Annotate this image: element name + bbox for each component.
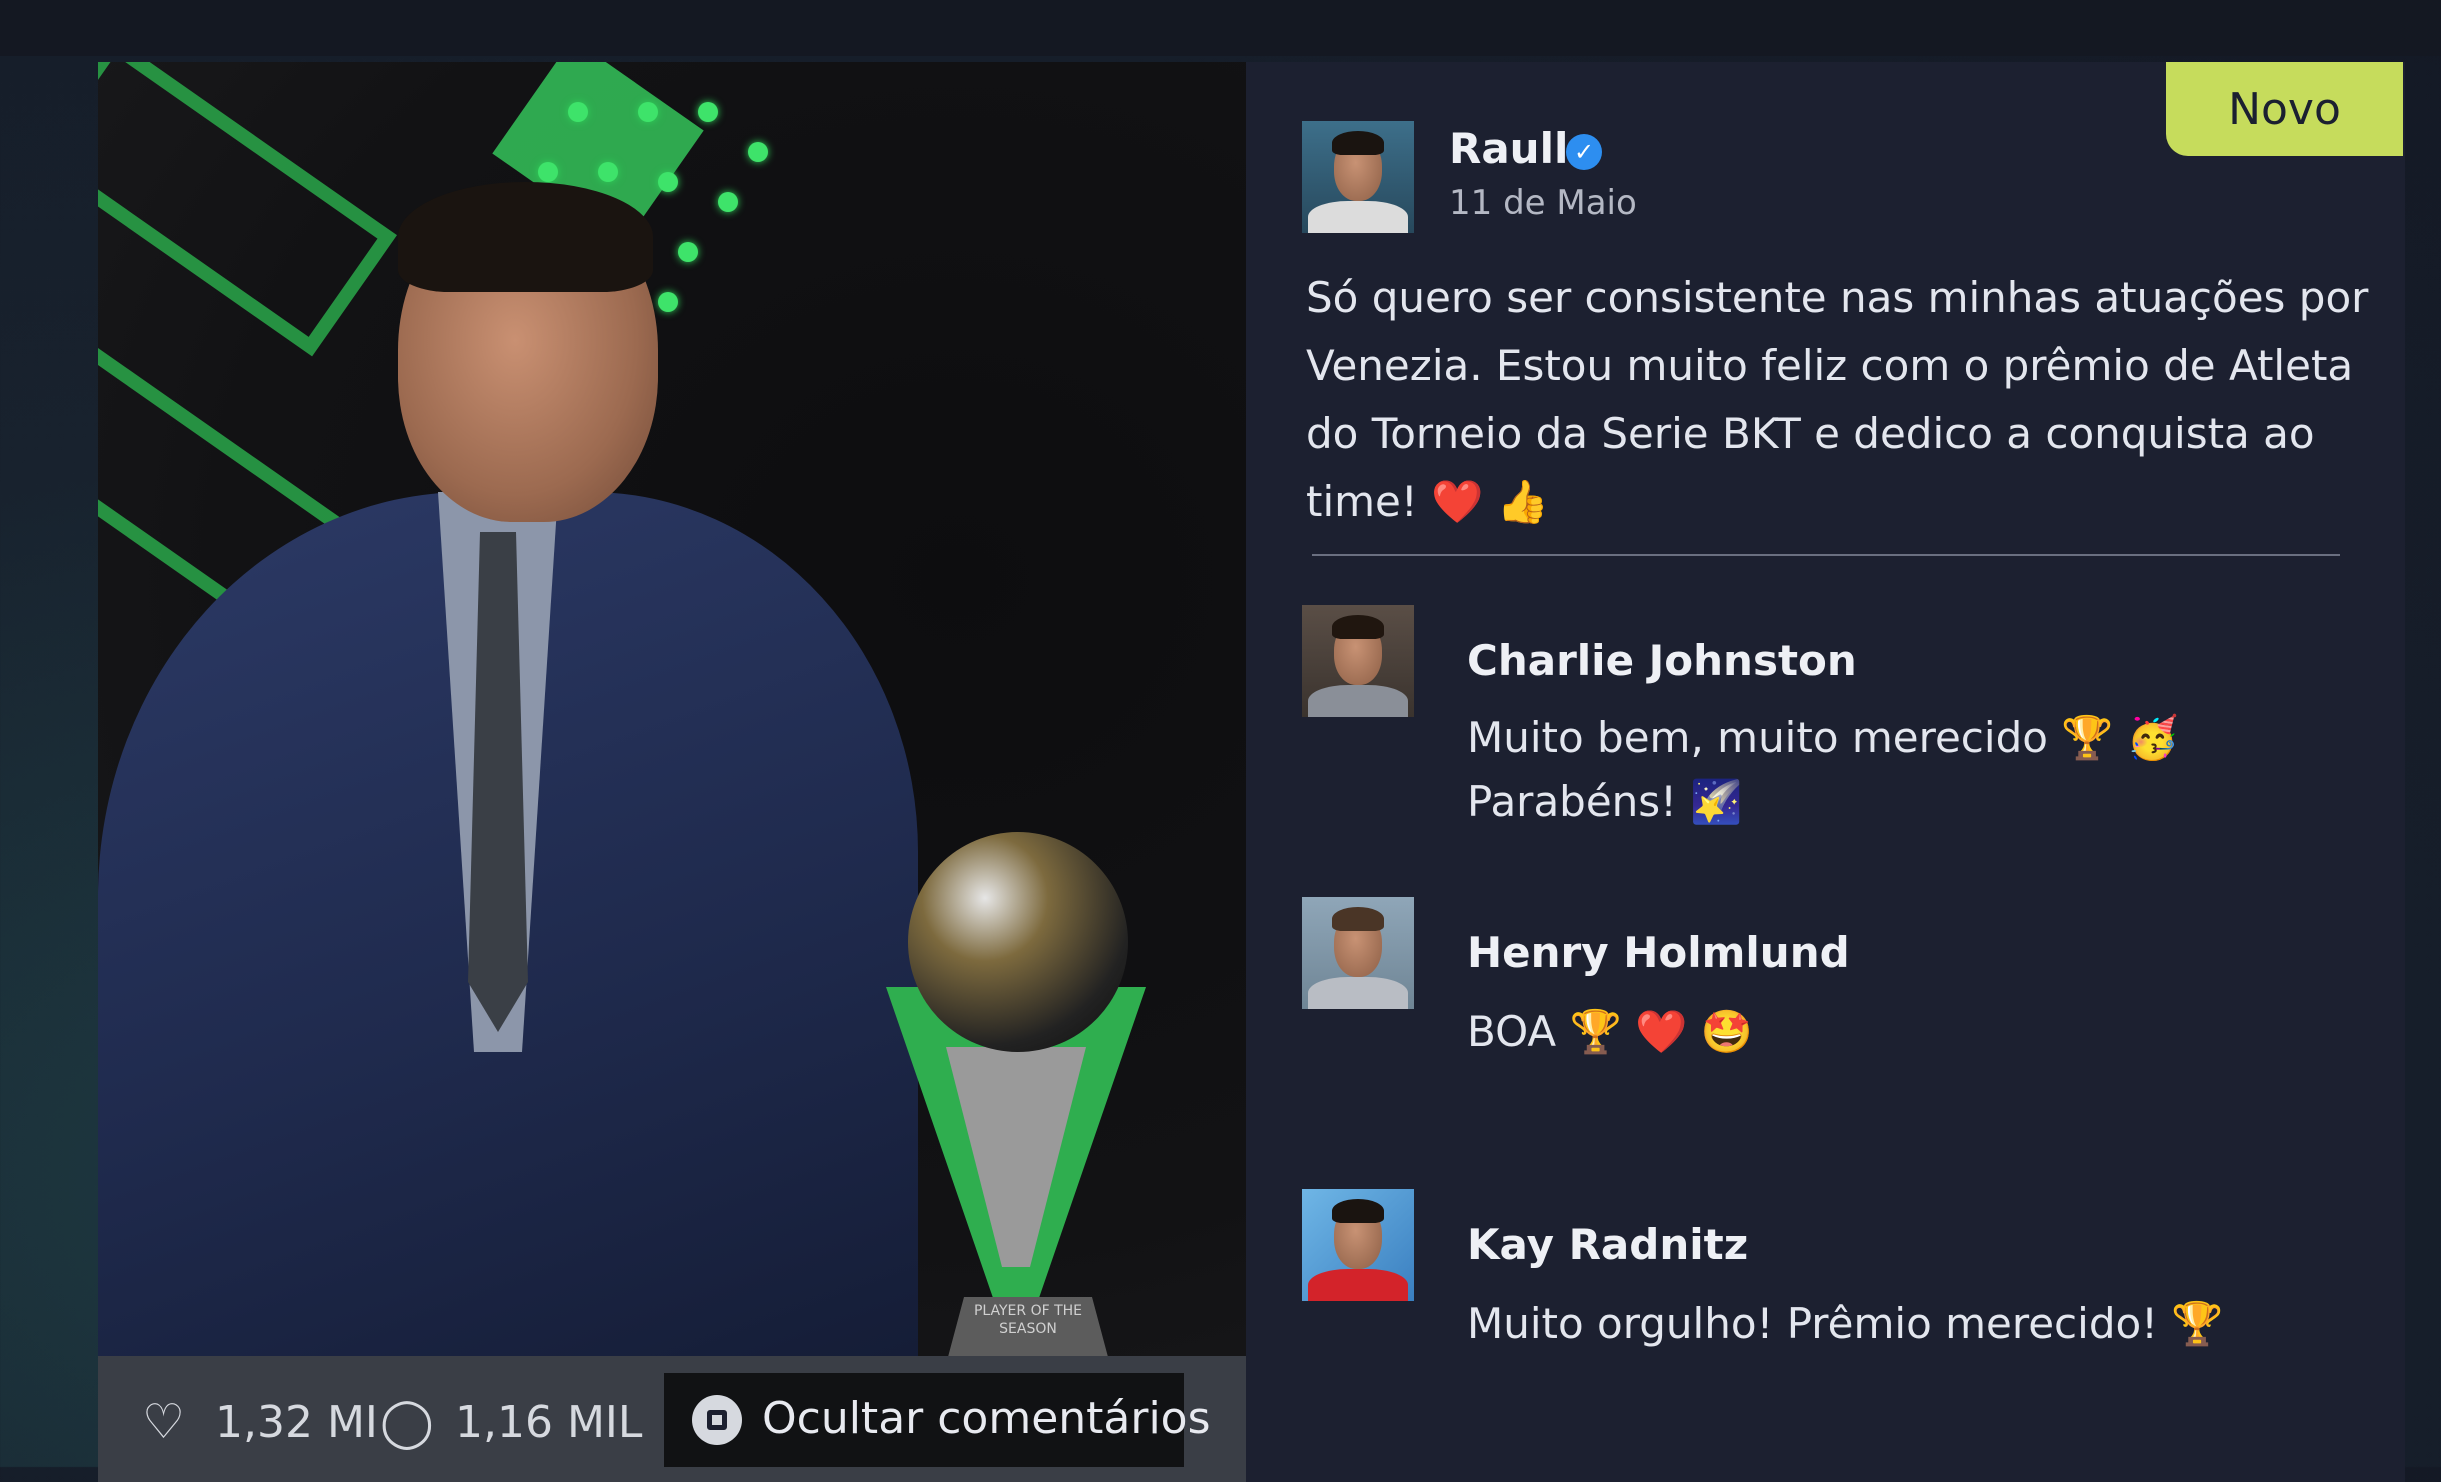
verified-icon: ✓ [1566, 134, 1602, 170]
comment-avatar[interactable] [1302, 605, 1414, 717]
author-name[interactable]: Raull [1449, 124, 1568, 174]
comments-count: 1,16 MIL [455, 1397, 643, 1448]
comment-text: Muito bem, muito merecido 🏆 🥳 Parabéns! … [1467, 713, 2180, 826]
hide-comments-label[interactable]: Ocultar comentários [762, 1393, 1211, 1446]
led-dot [598, 162, 618, 182]
new-badge: Novo [2166, 62, 2403, 156]
led-dot [538, 162, 558, 182]
led-dot [638, 102, 658, 122]
player-hair [398, 182, 653, 292]
led-dot [748, 142, 768, 162]
led-dot [718, 192, 738, 212]
led-dot [658, 172, 678, 192]
comment-avatar[interactable] [1302, 1189, 1414, 1301]
post-image: PLAYER OF THE SEASON [98, 62, 1246, 1356]
post-date: 11 de Maio [1449, 183, 1637, 223]
top-bar [0, 0, 2441, 56]
comment-author[interactable]: Charlie Johnston [1467, 636, 1857, 686]
led-dot [698, 102, 718, 122]
comment-bubble-icon[interactable]: ◯ [380, 1398, 434, 1446]
square-button-icon [692, 1395, 742, 1445]
post-body: Só quero ser consistente nas minhas atua… [1306, 273, 2369, 526]
trophy-label: PLAYER OF THE SEASON [973, 1303, 1083, 1337]
heart-icon[interactable]: ♡ [142, 1398, 185, 1446]
comment-text: BOA 🏆 ❤️ 🤩 [1467, 1007, 1754, 1056]
comment-author[interactable]: Kay Radnitz [1467, 1220, 1748, 1270]
post-divider [1312, 554, 2340, 556]
led-dot [658, 292, 678, 312]
comment-avatar[interactable] [1302, 897, 1414, 1009]
trophy-ball [908, 832, 1128, 1052]
led-dot [568, 102, 588, 122]
comment-text: Muito orgulho! Prêmio merecido! 🏆 [1467, 1299, 2224, 1348]
author-avatar[interactable] [1302, 121, 1414, 233]
comment-author[interactable]: Henry Holmlund [1467, 928, 1850, 978]
stage-light-stripe [98, 62, 397, 357]
likes-count: 1,32 MI [215, 1397, 378, 1448]
led-dot [678, 242, 698, 262]
